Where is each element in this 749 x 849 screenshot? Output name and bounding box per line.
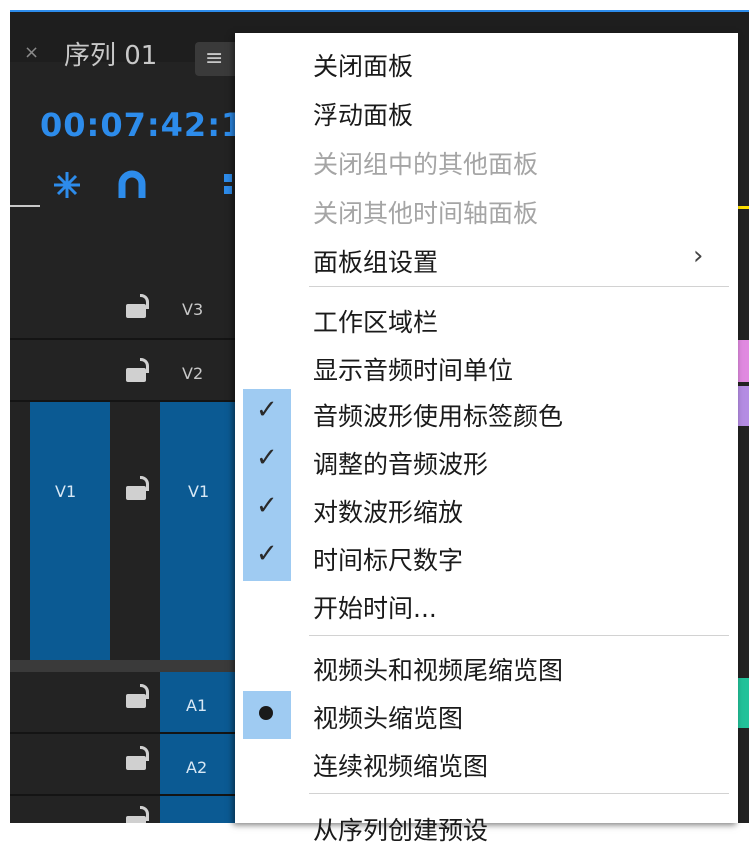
checkmark-highlight: ✓ (243, 389, 291, 437)
lock-icon[interactable] (126, 358, 149, 382)
radio-highlight (243, 691, 291, 739)
source-patch-label: V1 (55, 482, 77, 501)
playhead-timecode[interactable]: 00:07:42:1 (40, 106, 244, 144)
menu-separator (309, 286, 729, 287)
menu-item-panel-group-settings[interactable]: 面板组设置 › (235, 235, 738, 281)
tab-close-icon[interactable]: × (24, 42, 39, 63)
track-header-a3[interactable] (10, 796, 242, 823)
menu-item-logarithmic-waveform-scaling[interactable]: ✓ 对数波形缩放 (235, 485, 738, 533)
track-target-a3[interactable] (160, 796, 242, 823)
menu-item-show-audio-time-units[interactable]: 显示音频时间单位 (235, 343, 738, 389)
menu-item-head-thumbnail[interactable]: 视频头缩览图 (235, 691, 738, 739)
menu-item-time-ruler-numbers[interactable]: ✓ 时间标尺数字 (235, 533, 738, 581)
checkmark-highlight: ✓ (243, 437, 291, 485)
video-audio-divider[interactable] (10, 660, 242, 672)
lock-icon[interactable] (126, 806, 149, 823)
menu-item-close-panel[interactable]: 关闭面板 (235, 39, 738, 85)
track-header-v2[interactable]: V2 (10, 340, 242, 400)
tab-sequence-title[interactable]: 序列 01 (64, 35, 157, 72)
track-name: V1 (188, 482, 210, 501)
linked-selection-icon[interactable] (222, 170, 234, 206)
snap-magnet-icon[interactable] (118, 170, 146, 206)
checkmark-icon: ✓ (256, 539, 278, 569)
menu-separator (309, 793, 729, 794)
menu-item-label: 从序列创建预设 (313, 816, 489, 845)
menu-item-label: 关闭面板 (313, 52, 414, 81)
menu-item-audio-waveform-label-color[interactable]: ✓ 音频波形使用标签颜色 (235, 389, 738, 437)
track-target-v1[interactable] (160, 402, 242, 660)
track-header-a1[interactable]: A1 (10, 672, 242, 732)
menu-item-label: 关闭组中的其他面板 (313, 150, 539, 179)
track-header-v1[interactable]: V1 V1 (10, 402, 242, 660)
menu-item-label: 显示音频时间单位 (313, 356, 514, 385)
menu-item-label: 时间标尺数字 (313, 546, 464, 575)
menu-item-label: 浮动面板 (313, 101, 414, 130)
menu-item-close-other-timelines: 关闭其他时间轴面板 (235, 186, 738, 232)
menu-item-label: 面板组设置 (313, 248, 439, 277)
lock-icon[interactable] (126, 684, 149, 708)
menu-item-close-others-in-group: 关闭组中的其他面板 (235, 137, 738, 183)
menu-item-label: 调整的音频波形 (313, 450, 489, 479)
source-patch-v1[interactable] (30, 402, 110, 660)
track-name: A1 (186, 696, 208, 715)
menu-item-label: 开始时间... (313, 594, 437, 623)
menu-item-continuous-thumbnails[interactable]: 连续视频缩览图 (235, 739, 738, 785)
lock-icon[interactable] (126, 476, 149, 500)
track-name: V3 (182, 300, 204, 319)
menu-item-start-time[interactable]: 开始时间... (235, 581, 738, 627)
chevron-right-icon: › (693, 241, 704, 271)
menu-item-head-and-tail-thumbnails[interactable]: 视频头和视频尾缩览图 (235, 643, 738, 689)
track-header-v3[interactable]: V3 (10, 278, 242, 338)
checkmark-icon: ✓ (256, 443, 278, 473)
lock-icon[interactable] (126, 746, 149, 770)
radio-dot-icon (259, 706, 273, 720)
menu-item-label: 连续视频缩览图 (313, 752, 489, 781)
track-name: V2 (182, 364, 204, 383)
checkmark-icon: ✓ (256, 491, 278, 521)
track-header-a2[interactable]: A2 (10, 734, 242, 794)
lock-icon[interactable] (126, 294, 149, 318)
menu-item-label: 对数波形缩放 (313, 498, 464, 527)
checkmark-icon: ✓ (256, 395, 278, 425)
menu-item-label: 视频头和视频尾缩览图 (313, 656, 564, 685)
menu-item-rectified-audio-waveform[interactable]: ✓ 调整的音频波形 (235, 437, 738, 485)
nest-sequence-icon[interactable] (52, 170, 82, 206)
menu-item-label: 关闭其他时间轴面板 (313, 199, 539, 228)
menu-item-label: 视频头缩览图 (313, 704, 464, 733)
track-name: A2 (186, 758, 208, 777)
menu-separator (309, 635, 729, 636)
menu-item-create-preset-from-sequence[interactable]: 从序列创建预设 (235, 803, 738, 849)
menu-item-label: 音频波形使用标签颜色 (313, 402, 564, 431)
menu-item-work-area-bar[interactable]: 工作区域栏 (235, 295, 738, 341)
menu-item-label: 工作区域栏 (313, 308, 439, 337)
checkmark-highlight: ✓ (243, 485, 291, 533)
panel-context-menu: 关闭面板 浮动面板 关闭组中的其他面板 关闭其他时间轴面板 面板组设置 › 工作… (235, 33, 738, 845)
checkmark-highlight: ✓ (243, 533, 291, 581)
menu-item-float-panel[interactable]: 浮动面板 (235, 88, 738, 134)
toolbar-divider (10, 205, 40, 207)
